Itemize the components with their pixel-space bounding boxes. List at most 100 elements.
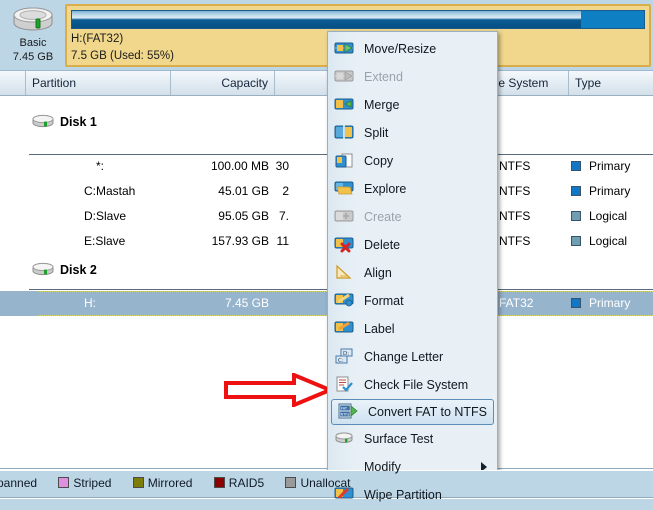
cell-type: Primary: [571, 179, 630, 204]
type-swatch: [571, 211, 581, 221]
partition-manager-window: Basic 7.45 GB H:(FAT32) 7.5 GB (Used: 55…: [0, 0, 653, 510]
column-header-type[interactable]: Type: [569, 71, 653, 95]
convert-fat-to-ntfs-icon: FAT NTFS: [338, 402, 360, 422]
menu-item-label: Create: [364, 210, 402, 224]
cell-file-system: NTFS: [499, 209, 531, 223]
legend-item-spanned: Spanned: [0, 474, 37, 492]
cell-capacity: 7.45 GB: [224, 296, 269, 310]
disk-summary[interactable]: Basic 7.45 GB: [4, 2, 62, 68]
legend-swatch: [213, 477, 225, 488]
svg-text:C:: C:: [338, 358, 344, 364]
menu-item-convert-fat-to-ntfs[interactable]: FAT NTFS Convert FAT to NTFS: [331, 399, 494, 425]
check-file-system-icon: [334, 375, 356, 395]
explore-folder-icon: [334, 179, 356, 199]
legend-label: Spanned: [0, 476, 38, 490]
cell-type: Logical: [571, 204, 627, 229]
svg-text:FAT: FAT: [341, 407, 348, 411]
cell-type: Primary: [571, 154, 630, 179]
hard-disk-icon: [4, 6, 62, 36]
menu-item-copy[interactable]: Copy: [328, 147, 497, 175]
menu-item-label: Merge: [364, 98, 400, 112]
wipe-partition-icon: [334, 485, 356, 505]
disk-icon: [31, 114, 55, 132]
format-icon: [334, 291, 356, 311]
menu-item-format[interactable]: Format: [328, 287, 497, 315]
disk-icon: [31, 262, 55, 280]
disk-type-label: Basic: [19, 37, 47, 49]
column-header-blank1[interactable]: [0, 71, 26, 95]
delete-icon: [334, 235, 356, 255]
cell-file-system: NTFS: [499, 184, 531, 198]
menu-item-check-file-system[interactable]: Check File System: [328, 371, 497, 399]
menu-item-label: Label: [364, 322, 395, 336]
cell-used: 2: [282, 184, 289, 198]
cell-used: 7.: [278, 209, 289, 223]
menu-item-align[interactable]: Align: [328, 259, 497, 287]
legend-items: Spanned Striped Mirrored RAID5 Unallocat: [0, 474, 369, 492]
menu-item-label[interactable]: Label: [328, 315, 497, 343]
split-icon: [334, 123, 356, 143]
menu-item-label: Align: [364, 266, 392, 280]
cell-file-system: NTFS: [499, 159, 531, 173]
column-header-partition[interactable]: Partition: [26, 71, 171, 95]
usage-bar-used: [72, 11, 582, 28]
menu-item-label: Format: [364, 294, 404, 308]
menu-item-move-resize[interactable]: Move/Resize: [328, 35, 497, 63]
cell-file-system: NTFS: [499, 234, 531, 248]
menu-item-delete[interactable]: Delete: [328, 231, 497, 259]
legend-swatch: [58, 477, 70, 488]
extend-icon: [334, 67, 356, 87]
menu-item-create: Create: [328, 203, 497, 231]
legend-label: Mirrored: [147, 476, 193, 490]
legend-item-striped: Striped: [58, 474, 111, 492]
cell-type-label: Logical: [589, 209, 628, 223]
menu-item-label: Surface Test: [364, 432, 434, 446]
menu-item-merge[interactable]: Merge: [328, 91, 497, 119]
menu-item-surface-test[interactable]: Surface Test: [328, 425, 497, 453]
legend-label: Striped: [73, 476, 112, 490]
legend-swatch: [285, 477, 297, 488]
menu-item-label: Extend: [364, 70, 403, 84]
legend-item-raid5: RAID5: [213, 474, 264, 492]
change-letter-icon: D: C:: [334, 347, 356, 367]
type-swatch: [571, 236, 581, 246]
legend-item-mirrored: Mirrored: [132, 474, 193, 492]
column-header-capacity[interactable]: Capacity: [171, 71, 275, 95]
legend-divider: [0, 497, 653, 499]
menu-item-label: Split: [364, 126, 389, 140]
context-menu: Move/Resize Extend Merge Split Copy Expl…: [327, 31, 498, 505]
menu-item-change-letter[interactable]: D: C: Change Letter: [328, 343, 497, 371]
usage-bar-free: [581, 11, 644, 28]
menu-item-label: Check File System: [364, 378, 469, 392]
cell-file-system: FAT32: [499, 296, 534, 310]
disk-group-name: Disk 1: [60, 115, 97, 129]
type-swatch: [571, 298, 581, 308]
menu-item-label: Wipe Partition: [364, 488, 442, 502]
cell-partition: C:Mastah: [84, 184, 136, 198]
cell-type-label: Logical: [589, 234, 628, 248]
legend-bar: Spanned Striped Mirrored RAID5 Unallocat: [0, 470, 653, 510]
menu-item-label: Copy: [364, 154, 394, 168]
surface-test-icon: [334, 429, 356, 449]
menu-item-explore[interactable]: Explore: [328, 175, 497, 203]
merge-icon: [334, 95, 356, 115]
cell-type-label: Primary: [589, 184, 631, 198]
copy-icon: [334, 151, 356, 171]
menu-item-extend: Extend: [328, 63, 497, 91]
menu-item-label: Modify: [364, 460, 401, 474]
no-icon-placeholder: [334, 457, 356, 477]
cell-type-label: Primary: [589, 296, 631, 310]
menu-item-split[interactable]: Split: [328, 119, 497, 147]
svg-text:NTFS: NTFS: [341, 413, 350, 417]
move-resize-icon: [334, 39, 356, 59]
label-icon: [334, 319, 356, 339]
disk-group-name: Disk 2: [60, 263, 97, 277]
cell-type-label: Primary: [589, 159, 631, 173]
cell-used: 30: [275, 159, 289, 173]
column-header-file-system[interactable]: ile System: [487, 71, 569, 95]
disk-size-label: 7.45 GB: [12, 51, 54, 63]
menu-item-label: Move/Resize: [364, 42, 437, 56]
menu-item-label: Delete: [364, 238, 401, 252]
type-swatch: [571, 161, 581, 171]
menu-item-label: Convert FAT to NTFS: [368, 405, 488, 419]
